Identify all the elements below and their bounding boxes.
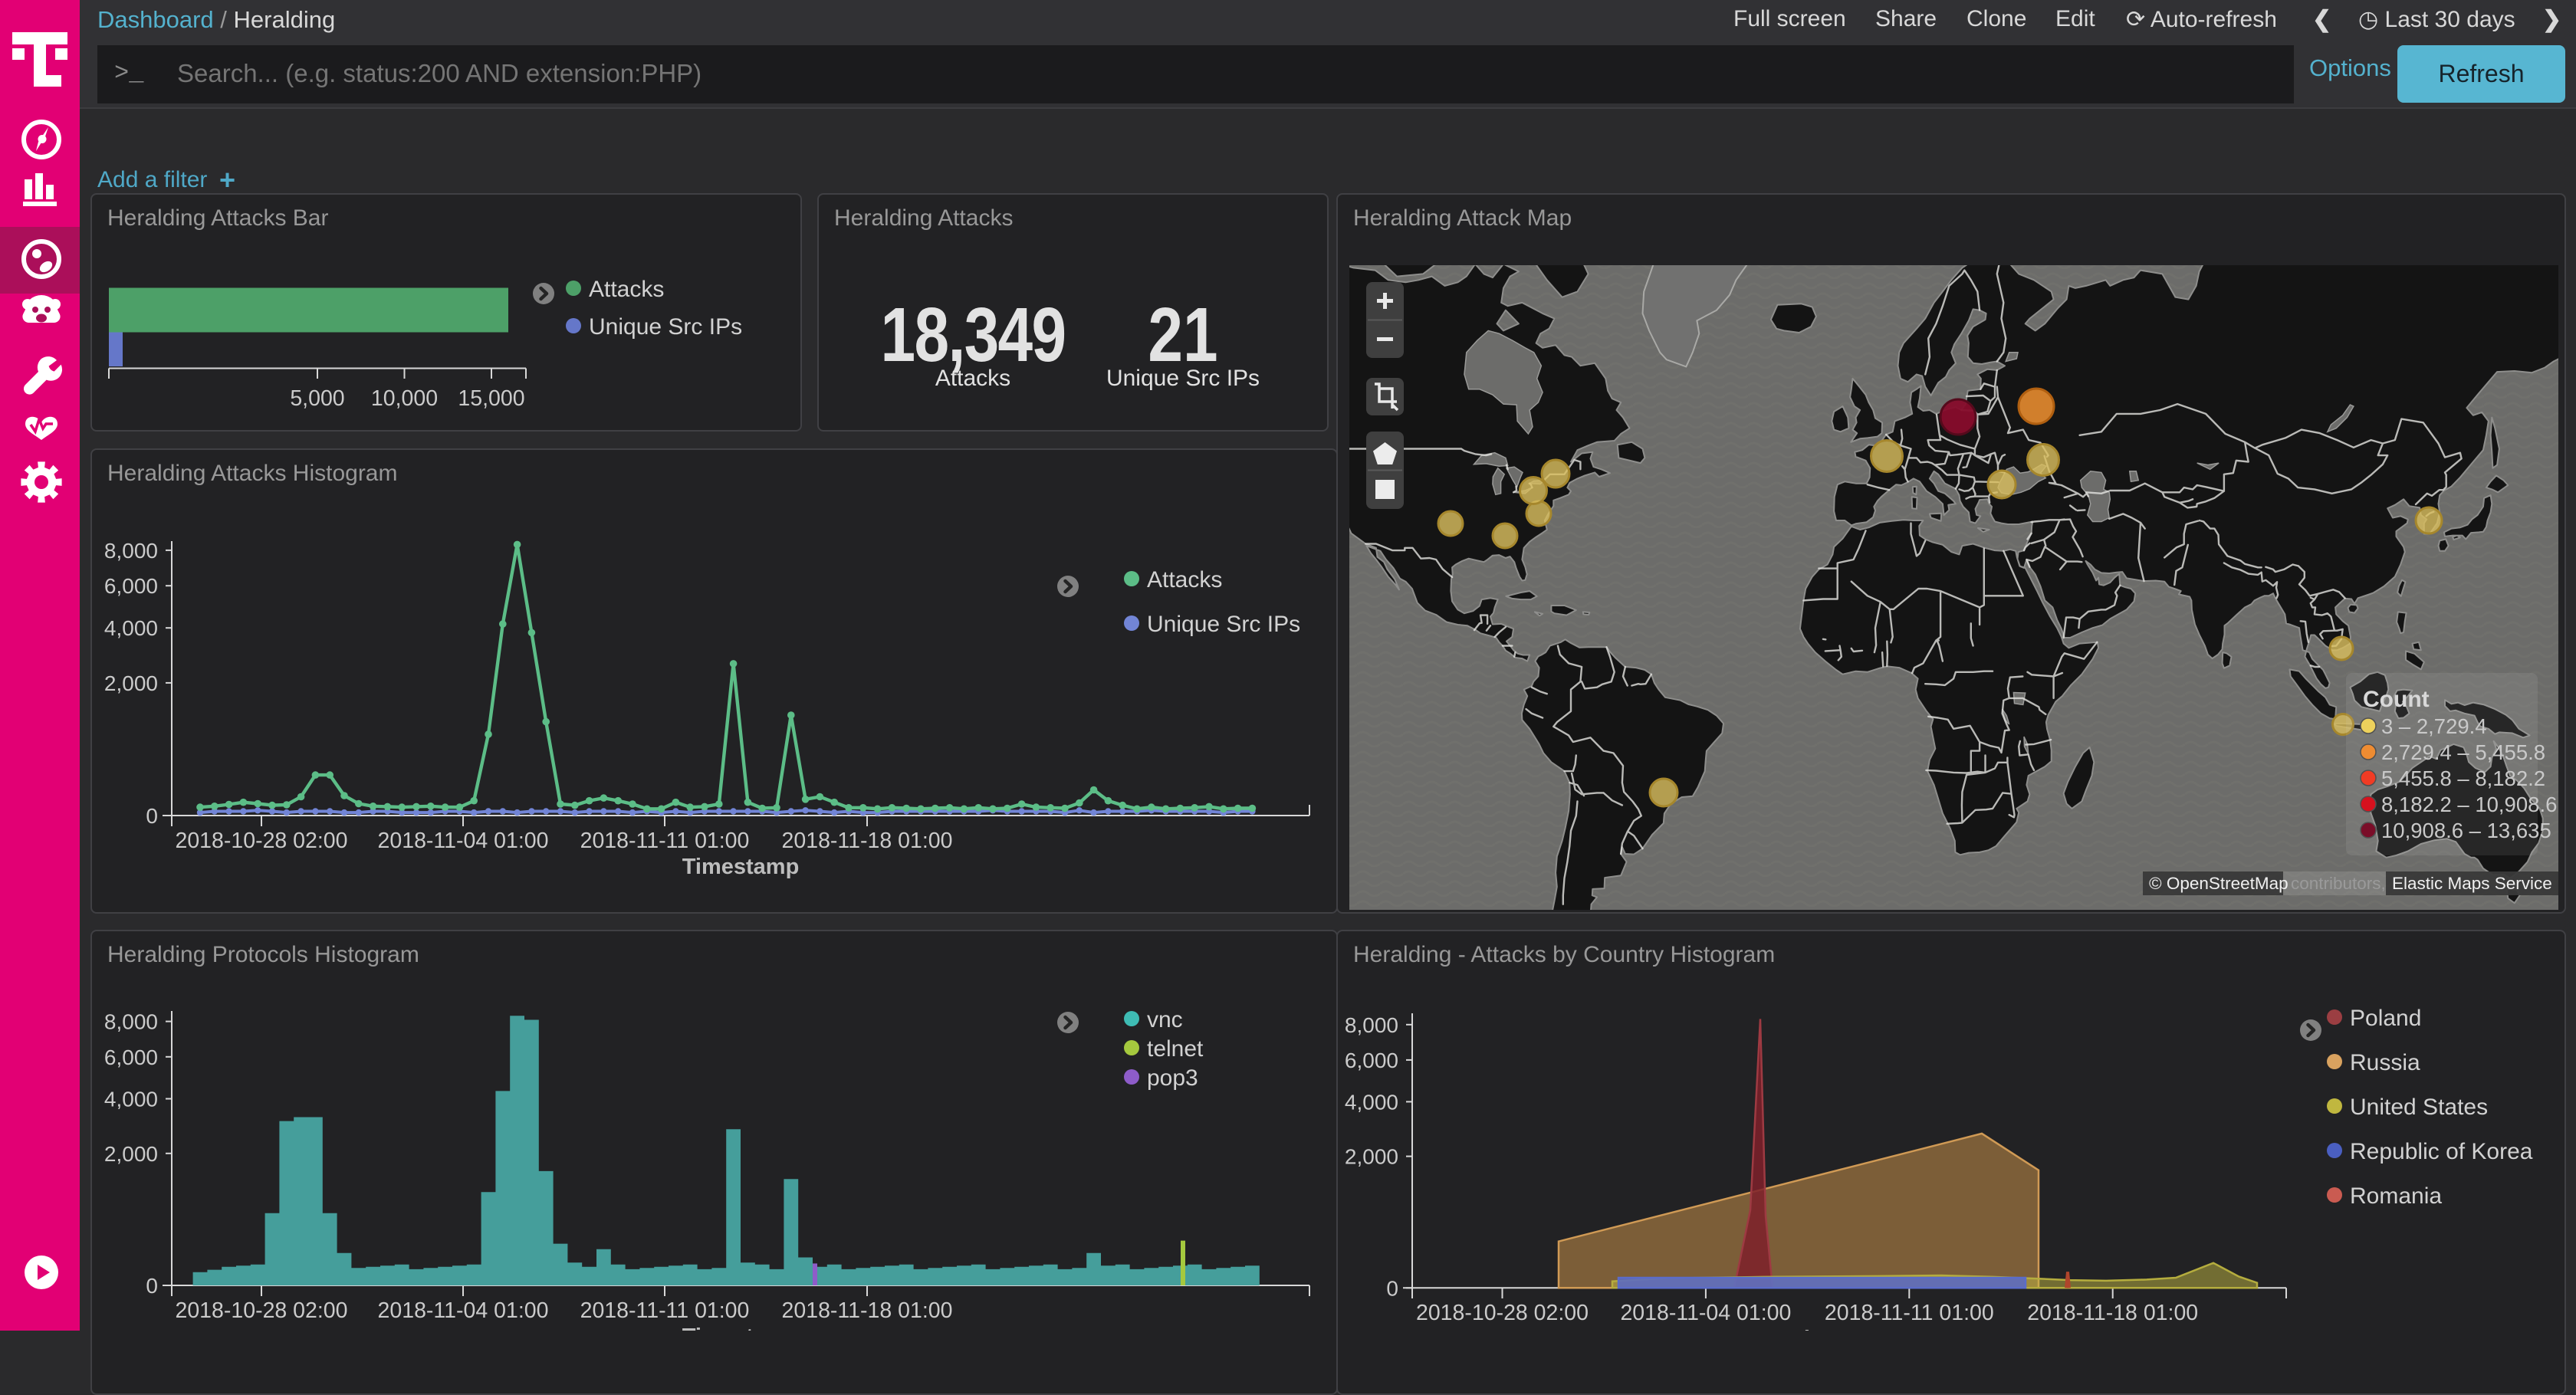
svg-text:2018-10-28 02:00: 2018-10-28 02:00 bbox=[1416, 1301, 1589, 1325]
svg-text:4,000: 4,000 bbox=[104, 1088, 158, 1111]
svg-text:Poland: Poland bbox=[2350, 1006, 2421, 1031]
svg-text:8,000: 8,000 bbox=[1345, 1013, 1398, 1037]
svg-text:contributors,: contributors, bbox=[2291, 874, 2386, 893]
svg-text:telnet: telnet bbox=[1147, 1036, 1204, 1062]
svg-text:pop3: pop3 bbox=[1147, 1065, 1198, 1091]
svg-text:United States: United States bbox=[2350, 1095, 2488, 1120]
svg-text:Republic of Korea: Republic of Korea bbox=[2350, 1139, 2533, 1164]
svg-text:vnc: vnc bbox=[1147, 1007, 1183, 1032]
svg-text:Unique Src IPs: Unique Src IPs bbox=[1147, 612, 1300, 637]
svg-text:2,729.4 – 5,455.8: 2,729.4 – 5,455.8 bbox=[2381, 740, 2545, 764]
svg-text:2018-11-04 01:00: 2018-11-04 01:00 bbox=[1620, 1301, 1791, 1325]
svg-text:Timestamp: Timestamp bbox=[1791, 1327, 1908, 1331]
svg-text:10,908.6 – 13,635: 10,908.6 – 13,635 bbox=[2381, 819, 2551, 842]
svg-text:6,000: 6,000 bbox=[1345, 1049, 1398, 1072]
svg-text:Russia: Russia bbox=[2350, 1050, 2420, 1075]
svg-text:8,182.2 – 10,908.6: 8,182.2 – 10,908.6 bbox=[2381, 793, 2557, 816]
svg-text:6,000: 6,000 bbox=[104, 1045, 158, 1069]
svg-text:3 – 2,729.4: 3 – 2,729.4 bbox=[2381, 714, 2487, 738]
svg-text:Unique Src IPs: Unique Src IPs bbox=[589, 314, 742, 340]
svg-text:15,000: 15,000 bbox=[458, 386, 524, 411]
svg-text:2018-11-18 01:00: 2018-11-18 01:00 bbox=[782, 1298, 953, 1323]
svg-text:4,000: 4,000 bbox=[1345, 1090, 1398, 1114]
svg-text:Attacks: Attacks bbox=[589, 277, 664, 302]
svg-text:2,000: 2,000 bbox=[1345, 1145, 1398, 1169]
svg-text:2018-11-04 01:00: 2018-11-04 01:00 bbox=[378, 829, 549, 853]
svg-text:2018-11-11 01:00: 2018-11-11 01:00 bbox=[1825, 1301, 1994, 1325]
svg-text:Romania: Romania bbox=[2350, 1183, 2442, 1209]
svg-text:2018-10-28 02:00: 2018-10-28 02:00 bbox=[175, 829, 347, 853]
svg-text:0: 0 bbox=[146, 804, 158, 828]
svg-text:2018-11-11 01:00: 2018-11-11 01:00 bbox=[580, 1298, 750, 1323]
svg-text:2018-10-28 02:00: 2018-10-28 02:00 bbox=[175, 1298, 347, 1323]
svg-text:6,000: 6,000 bbox=[104, 574, 158, 598]
svg-text:2018-11-18 01:00: 2018-11-18 01:00 bbox=[782, 829, 953, 853]
svg-text:Attacks: Attacks bbox=[1147, 567, 1222, 592]
svg-text:4,000: 4,000 bbox=[104, 616, 158, 640]
svg-text:2018-11-11 01:00: 2018-11-11 01:00 bbox=[580, 829, 750, 853]
svg-text:2018-11-18 01:00: 2018-11-18 01:00 bbox=[2027, 1301, 2198, 1325]
svg-text:0: 0 bbox=[1386, 1276, 1398, 1300]
svg-text:Timestamp: Timestamp bbox=[682, 1324, 800, 1331]
svg-text:8,000: 8,000 bbox=[104, 1010, 158, 1034]
svg-text:Elastic Maps Service: Elastic Maps Service bbox=[2392, 874, 2552, 893]
svg-text:Count: Count bbox=[2363, 687, 2430, 712]
svg-text:0: 0 bbox=[146, 1274, 158, 1298]
svg-text:Timestamp: Timestamp bbox=[682, 855, 800, 879]
svg-text:2,000: 2,000 bbox=[104, 1142, 158, 1166]
svg-text:8,000: 8,000 bbox=[104, 539, 158, 563]
svg-text:5,000: 5,000 bbox=[290, 386, 344, 411]
svg-text:10,000: 10,000 bbox=[371, 386, 438, 411]
svg-text:© OpenStreetMap: © OpenStreetMap bbox=[2149, 874, 2288, 893]
svg-text:2018-11-04 01:00: 2018-11-04 01:00 bbox=[378, 1298, 549, 1323]
svg-text:2,000: 2,000 bbox=[104, 671, 158, 695]
svg-text:5,455.8 – 8,182.2: 5,455.8 – 8,182.2 bbox=[2381, 766, 2545, 790]
